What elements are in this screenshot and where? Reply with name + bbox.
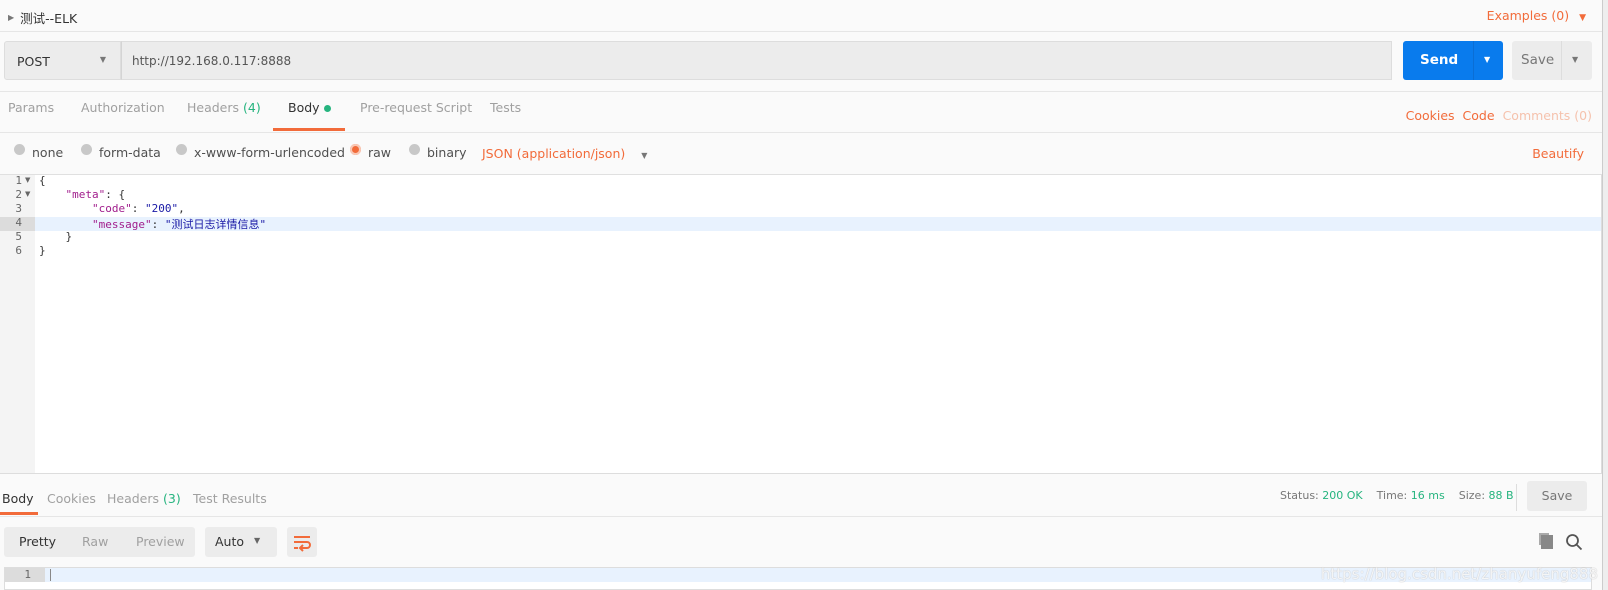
url-input[interactable]: http://192.168.0.117:8888	[121, 41, 1392, 80]
radio-urlencoded[interactable]: x-www-form-urlencoded	[176, 144, 345, 160]
response-tab-body[interactable]: Body	[2, 491, 34, 506]
send-button[interactable]: Send ▼	[1403, 41, 1503, 80]
search-icon[interactable]	[1565, 533, 1583, 551]
response-tab-headers[interactable]: Headers (3)	[107, 491, 181, 506]
window-scrollbar[interactable]	[1602, 0, 1608, 590]
tab-params[interactable]: Params	[8, 100, 54, 115]
view-mode-group: Pretty Raw Preview	[4, 527, 195, 557]
radio-icon	[14, 144, 25, 155]
code-line: {	[39, 174, 46, 187]
radio-icon	[409, 144, 420, 155]
tab-authorization[interactable]: Authorization	[81, 100, 165, 115]
view-raw[interactable]: Raw	[82, 534, 108, 549]
comments-link[interactable]: Comments (0)	[1503, 108, 1592, 123]
beautify-link[interactable]: Beautify	[1532, 146, 1584, 161]
response-meta: Status: 200 OK Time: 16 ms Size: 88 B	[1280, 489, 1514, 502]
caret-down-icon: ▼	[1579, 13, 1586, 23]
radio-icon	[81, 144, 92, 155]
cookies-link[interactable]: Cookies	[1406, 108, 1455, 123]
radio-none[interactable]: none	[14, 144, 63, 160]
caret-down-icon[interactable]: ▼	[1484, 55, 1490, 64]
tab-headers[interactable]: Headers (4)	[187, 100, 261, 115]
copy-icon[interactable]	[1541, 535, 1553, 549]
radio-binary[interactable]: binary	[409, 144, 467, 160]
fold-icon[interactable]: ▼	[25, 176, 30, 184]
radio-raw[interactable]: raw	[350, 144, 391, 160]
code-line: }	[39, 230, 73, 243]
caret-down-icon: ▼	[641, 151, 648, 160]
method-select[interactable]: POST ▼	[4, 41, 121, 80]
wrap-icon	[294, 536, 311, 552]
caret-right-icon: ▶	[8, 13, 15, 22]
watermark: https://blog.csdn.net/zhanyufeng888	[1320, 565, 1598, 583]
wrap-lines-button[interactable]	[287, 527, 317, 557]
view-preview[interactable]: Preview	[136, 534, 185, 549]
tab-tests[interactable]: Tests	[490, 100, 521, 115]
response-tab-test-results[interactable]: Test Results	[193, 491, 267, 506]
time-value: 16 ms	[1410, 489, 1445, 502]
code-line: "code": "200",	[91, 202, 185, 215]
modified-dot-icon	[323, 105, 331, 112]
code-link[interactable]: Code	[1463, 108, 1495, 123]
radio-form-data[interactable]: form-data	[81, 144, 161, 160]
response-tab-cookies[interactable]: Cookies	[47, 491, 96, 506]
content-type-dropdown[interactable]: JSON (application/json) ▼	[482, 146, 647, 161]
fold-icon[interactable]: ▼	[25, 190, 30, 198]
radio-icon	[176, 144, 187, 155]
format-select[interactable]: Auto ▼	[205, 527, 277, 557]
code-line: }	[39, 244, 46, 257]
tab-body[interactable]: Body	[288, 100, 331, 115]
request-title[interactable]: ▶ 测试--ELK	[8, 8, 77, 27]
request-body-editor[interactable]: 1 ▼ 2 ▼ 3 4 5 6 { "meta": { "code": "200",…	[0, 174, 1602, 474]
caret-down-icon: ▼	[99, 55, 106, 64]
size-value: 88 B	[1488, 489, 1514, 502]
response-save-button[interactable]: Save	[1527, 481, 1587, 511]
status-value: 200 OK	[1322, 489, 1363, 502]
caret-down-icon: ▼	[254, 536, 261, 545]
code-line: "message": "测试日志详情信息"	[91, 218, 267, 231]
examples-dropdown[interactable]: Examples (0) ▼	[1487, 8, 1586, 23]
tab-pre-request-script[interactable]: Pre-request Script	[360, 100, 472, 115]
save-button[interactable]: Save ▼	[1512, 41, 1592, 80]
caret-down-icon[interactable]: ▼	[1572, 55, 1578, 64]
view-pretty[interactable]: Pretty	[19, 534, 56, 549]
radio-selected-icon	[350, 144, 361, 155]
code-line: "meta": {	[65, 188, 126, 201]
